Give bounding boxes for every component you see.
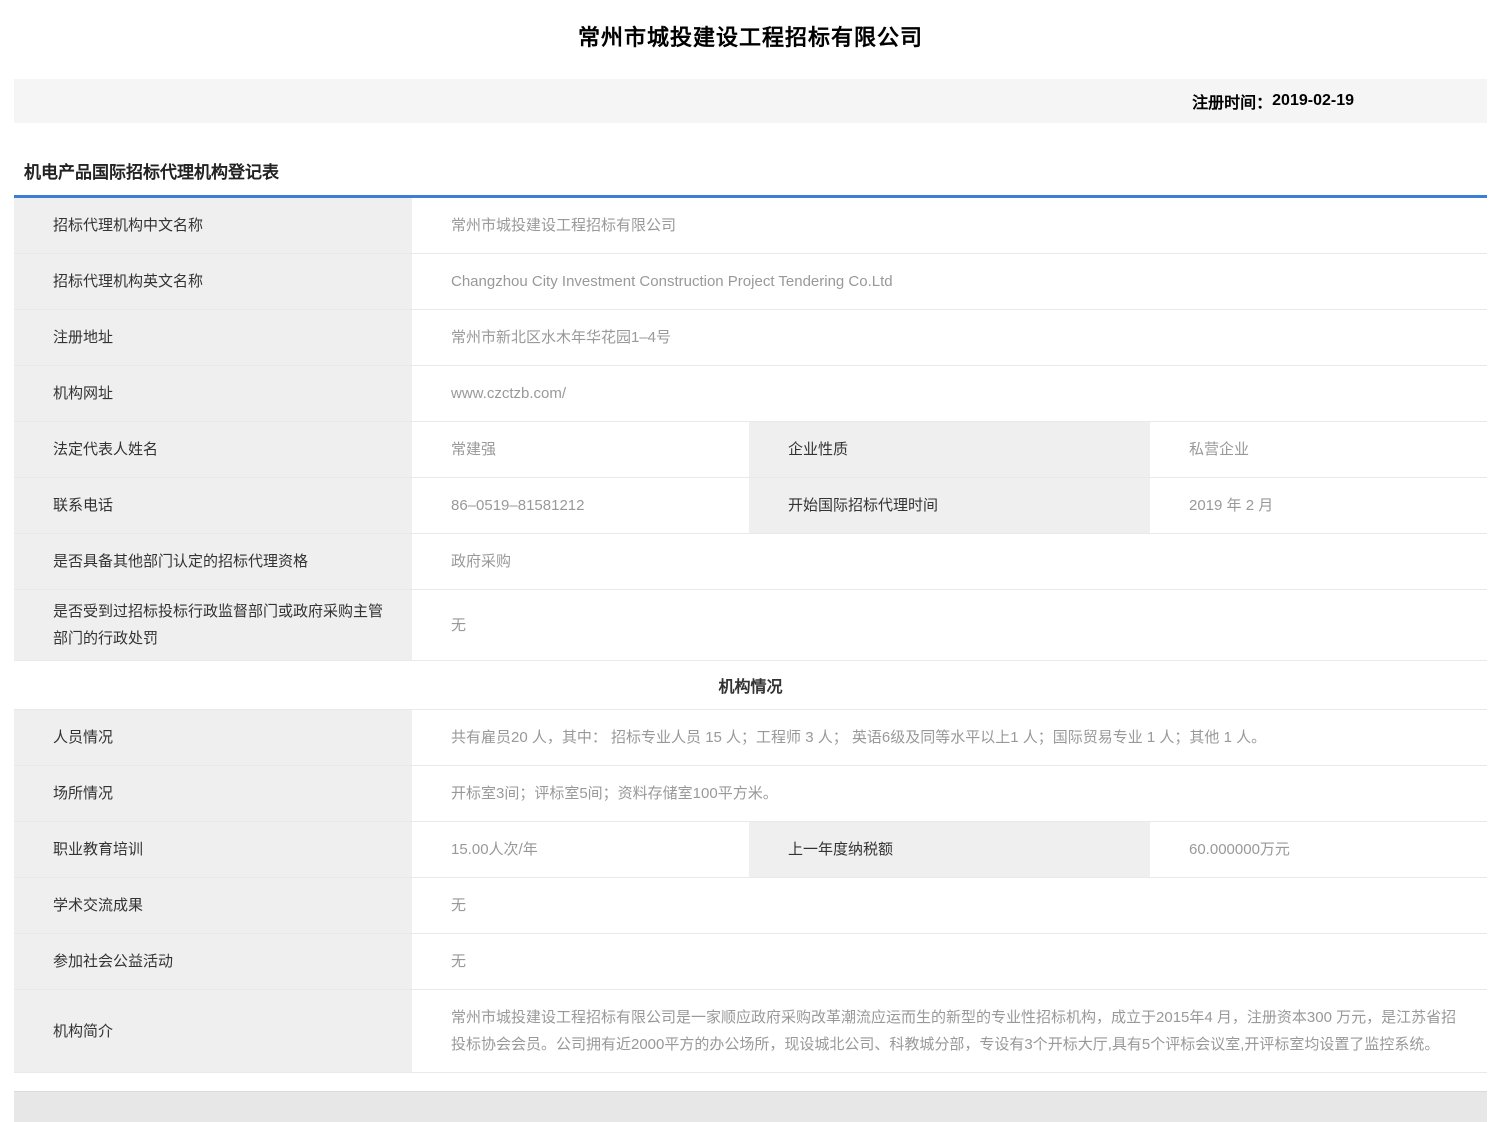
- row-label: 联系电话: [14, 478, 412, 533]
- footer-bar: [14, 1091, 1487, 1122]
- table-row: 人员情况 共有雇员20 人，其中： 招标专业人员 15 人；工程师 3 人； 英…: [14, 710, 1487, 766]
- row-value: 私营企业: [1150, 422, 1487, 477]
- row-value: 共有雇员20 人，其中： 招标专业人员 15 人；工程师 3 人； 英语6级及同…: [412, 710, 1487, 765]
- page: 常州市城投建设工程招标有限公司 注册时间： 2019-02-19 机电产品国际招…: [0, 0, 1500, 1122]
- table-row: 机构网址 www.czctzb.com/: [14, 366, 1487, 422]
- row-label: 人员情况: [14, 710, 412, 765]
- row-value: 无: [412, 878, 1487, 933]
- table-row: 招标代理机构英文名称 Changzhou City Investment Con…: [14, 254, 1487, 310]
- table-row: 机构简介 常州市城投建设工程招标有限公司是一家顺应政府采购改革潮流应运而生的新型…: [14, 990, 1487, 1073]
- row-label: 招标代理机构中文名称: [14, 198, 412, 253]
- section-header-label: 机构情况: [718, 673, 782, 697]
- row-label: 是否具备其他部门认定的招标代理资格: [14, 534, 412, 589]
- row-label: 职业教育培训: [14, 822, 412, 877]
- register-time-value: 2019-02-19: [1272, 92, 1354, 110]
- row-label: 法定代表人姓名: [14, 422, 412, 477]
- row-value: Changzhou City Investment Construction P…: [412, 254, 1487, 309]
- row-label: 学术交流成果: [14, 878, 412, 933]
- row-label: 场所情况: [14, 766, 412, 821]
- row-label: 开始国际招标代理时间: [749, 478, 1150, 533]
- row-label: 上一年度纳税额: [749, 822, 1150, 877]
- row-label: 机构简介: [14, 990, 412, 1072]
- row-label: 机构网址: [14, 366, 412, 421]
- row-value: 开标室3间；评标室5间；资料存储室100平方米。: [412, 766, 1487, 821]
- row-value: 无: [412, 590, 1487, 660]
- row-value: www.czctzb.com/: [412, 366, 1487, 421]
- row-value: 60.000000万元: [1150, 822, 1487, 877]
- table-row: 联系电话 86–0519–81581212 开始国际招标代理时间 2019 年 …: [14, 478, 1487, 534]
- register-time-bar: 注册时间： 2019-02-19: [14, 79, 1487, 123]
- row-label: 企业性质: [749, 422, 1150, 477]
- row-value: 常州市城投建设工程招标有限公司是一家顺应政府采购改革潮流应运而生的新型的专业性招…: [412, 990, 1487, 1072]
- row-value: 政府采购: [412, 534, 1487, 589]
- row-value: 86–0519–81581212: [412, 478, 749, 533]
- registry-table: 招标代理机构中文名称 常州市城投建设工程招标有限公司 招标代理机构英文名称 Ch…: [14, 195, 1487, 1073]
- row-value: 常州市城投建设工程招标有限公司: [412, 198, 1487, 253]
- page-title: 常州市城投建设工程招标有限公司: [14, 0, 1487, 79]
- row-value: 2019 年 2 月: [1150, 478, 1487, 533]
- table-row: 场所情况 开标室3间；评标室5间；资料存储室100平方米。: [14, 766, 1487, 822]
- section-title: 机电产品国际招标代理机构登记表: [14, 158, 1487, 183]
- row-value: 无: [412, 934, 1487, 989]
- table-row: 是否受到过招标投标行政监督部门或政府采购主管部门的行政处罚 无: [14, 590, 1487, 661]
- table-row: 法定代表人姓名 常建强 企业性质 私营企业: [14, 422, 1487, 478]
- row-label: 参加社会公益活动: [14, 934, 412, 989]
- table-row: 是否具备其他部门认定的招标代理资格 政府采购: [14, 534, 1487, 590]
- section-header-row: 机构情况: [14, 661, 1487, 710]
- table-row: 注册地址 常州市新北区水木年华花园1–4号: [14, 310, 1487, 366]
- row-label: 是否受到过招标投标行政监督部门或政府采购主管部门的行政处罚: [14, 590, 412, 660]
- row-label: 招标代理机构英文名称: [14, 254, 412, 309]
- row-value: 15.00人次/年: [412, 822, 749, 877]
- row-value: 常建强: [412, 422, 749, 477]
- table-row: 招标代理机构中文名称 常州市城投建设工程招标有限公司: [14, 198, 1487, 254]
- table-row: 职业教育培训 15.00人次/年 上一年度纳税额 60.000000万元: [14, 822, 1487, 878]
- table-row: 学术交流成果 无: [14, 878, 1487, 934]
- row-label: 注册地址: [14, 310, 412, 365]
- row-value: 常州市新北区水木年华花园1–4号: [412, 310, 1487, 365]
- register-time-label: 注册时间：: [1192, 89, 1272, 113]
- table-row: 参加社会公益活动 无: [14, 934, 1487, 990]
